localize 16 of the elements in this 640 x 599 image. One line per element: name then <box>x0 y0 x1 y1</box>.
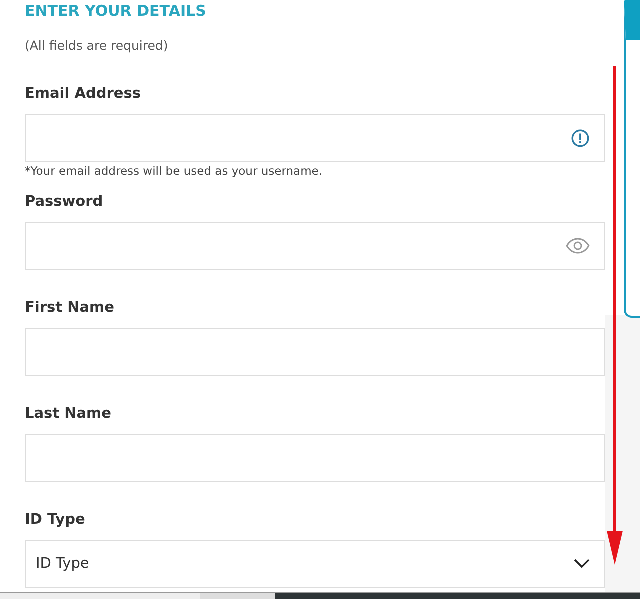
info-icon <box>571 128 590 148</box>
select-field[interactable]: ID Type <box>25 540 605 588</box>
form-title: ENTER YOUR DETAILS <box>25 1 208 22</box>
input-field[interactable] <box>25 114 605 162</box>
input-field[interactable] <box>25 434 605 482</box>
input-field[interactable] <box>25 222 605 270</box>
field-label: First Name <box>25 300 116 318</box>
required-note: (All fields are required) <box>25 38 170 54</box>
input-field[interactable] <box>25 328 605 376</box>
eye-icon[interactable] <box>566 238 590 254</box>
field-label: Password <box>25 194 104 212</box>
field-label: Last Name <box>25 406 112 424</box>
field-hint: *Your email address will be used as your username. <box>25 164 324 178</box>
field-label: ID Type <box>25 512 86 530</box>
field-label: Email Address <box>25 86 142 104</box>
chevron-down-icon <box>574 559 590 569</box>
